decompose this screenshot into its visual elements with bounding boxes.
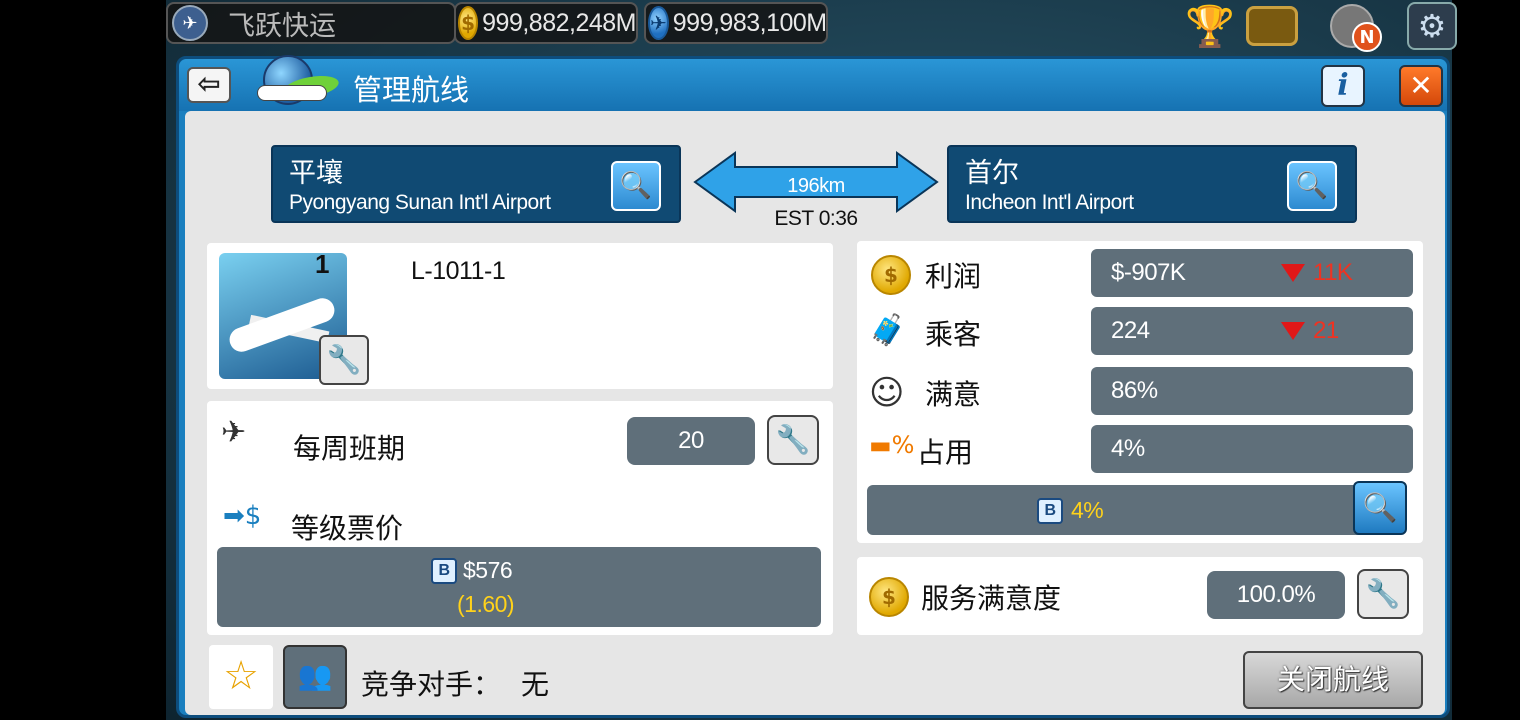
service-wrench-icon[interactable]: 🔧: [1357, 569, 1409, 619]
origin-airport-name: Pyongyang Sunan Int'l Airport: [289, 191, 551, 214]
smiley-icon: ☺: [869, 373, 905, 413]
cash-display[interactable]: $ 999,882,248M: [454, 2, 638, 44]
schedule-panel: ✈ 每周班期 20 🔧 ➡$ 等级票价 B $576 (1.60): [207, 401, 833, 635]
aircraft-panel: 1 🔧 L-1011-1: [207, 243, 833, 389]
satisfaction-value: 86%: [1111, 377, 1158, 404]
competitors-label: 竞争对手：: [361, 668, 502, 701]
decrease-arrow-icon: [1281, 322, 1305, 340]
passengers-value: 224: [1111, 317, 1150, 344]
favorite-star-icon[interactable]: ☆: [209, 645, 273, 709]
passengers-box: 224 21: [1091, 307, 1413, 355]
dialog-title: 管理航线: [353, 73, 470, 107]
fare-ratio: (1.60): [457, 591, 515, 617]
profit-row: $ 利润 $-907K 11K: [857, 249, 1423, 299]
fare-price: $576: [463, 557, 513, 583]
bux-value: 999,983,100M: [672, 8, 827, 37]
aircraft-model: L-1011-1: [411, 257, 506, 285]
cash-value: 999,882,248M: [482, 8, 636, 37]
ticket-price-icon: ➡$: [223, 501, 262, 531]
fare-box[interactable]: B $576 (1.60): [217, 547, 821, 627]
service-satisfaction-label: 服务满意度: [921, 582, 1062, 615]
destination-airport-panel: 首尔 Incheon Int'l Airport 🔍: [947, 145, 1357, 223]
origin-city: 平壤: [289, 158, 343, 189]
competitors-value: 无: [521, 668, 550, 701]
origin-airport-search-icon[interactable]: 🔍: [611, 161, 661, 211]
company-name: 飞跃快运: [228, 10, 336, 42]
profit-coin-icon: $: [871, 255, 911, 295]
analyze-magnifier-icon[interactable]: 🔍: [1353, 481, 1407, 535]
weekly-flights-value: 20: [627, 417, 755, 465]
passengers-label: 乘客: [925, 318, 982, 351]
service-panel: $ 服务满意度 100.0% 🔧: [857, 557, 1423, 635]
profit-delta: 11K: [1313, 259, 1353, 286]
satisfaction-label: 满意: [925, 378, 982, 411]
news-fan-icon[interactable]: N: [1326, 2, 1382, 52]
dialog-header: ⇦ 管理航线 i ✕: [179, 55, 1447, 111]
service-coin-icon: $: [869, 577, 909, 617]
profit-value: $-907K: [1111, 259, 1186, 286]
close-route-button[interactable]: 关闭航线: [1243, 651, 1423, 709]
service-satisfaction-value: 100.0%: [1207, 571, 1345, 619]
weekly-flights-wrench-icon[interactable]: 🔧: [767, 415, 819, 465]
dollar-coin-icon: $: [458, 6, 479, 40]
bux-display[interactable]: ✈ 999,983,100M: [644, 2, 828, 44]
decrease-arrow-icon: [1281, 264, 1305, 282]
trophy-icon[interactable]: 🏆: [1184, 2, 1236, 50]
destination-city: 首尔: [965, 158, 1019, 189]
profit-label: 利润: [925, 260, 982, 293]
airport-tower-icon: ✈: [221, 415, 247, 450]
company-name-pill[interactable]: ✈ 飞跃快运: [166, 2, 456, 44]
dialog-body: 平壤 Pyongyang Sunan Int'l Airport 🔍 196km…: [185, 111, 1445, 715]
weekly-flights-label: 每周班期: [293, 432, 406, 465]
occupancy-class-value: 4%: [1071, 497, 1104, 523]
satisfaction-row: ☺ 满意 86%: [857, 367, 1423, 417]
manage-route-dialog: ⇦ 管理航线 i ✕ 平壤 Pyongyang Sunan Int'l Airp…: [176, 55, 1450, 718]
occupancy-row: ▬% 占用 4%: [857, 425, 1423, 475]
info-icon[interactable]: i: [1321, 65, 1365, 107]
occupancy-value: 4%: [1111, 435, 1145, 462]
seat-percent-icon: ▬%: [869, 431, 915, 459]
passengers-delta: 21: [1313, 317, 1339, 344]
passenger-luggage-icon: 🧳: [869, 313, 907, 348]
origin-airport-panel: 平壤 Pyongyang Sunan Int'l Airport 🔍: [271, 145, 681, 223]
fare-class-badge: B: [431, 557, 457, 584]
occupancy-class-badge: B: [1037, 497, 1063, 524]
route-stats-panel: $ 利润 $-907K 11K 🧳 乘客 224 21 ☺ 满意 86% ▬% …: [857, 241, 1423, 543]
back-arrow-icon[interactable]: ⇦: [187, 67, 231, 103]
top-status-bar: ✈ 飞跃快运 $ 999,882,248M ✈ 999,983,100M 🏆 N…: [166, 0, 1457, 52]
occupancy-box: 4%: [1091, 425, 1413, 473]
passengers-row: 🧳 乘客 224 21: [857, 307, 1423, 357]
airline-plane-icon: ✈: [172, 5, 208, 41]
occupancy-label: 占用: [917, 436, 974, 469]
fare-label: 等级票价: [291, 512, 404, 545]
satisfaction-box: 86%: [1091, 367, 1413, 415]
close-icon[interactable]: ✕: [1399, 65, 1443, 107]
aircraft-wrench-icon[interactable]: 🔧: [319, 335, 369, 385]
class-occupancy-bar: B 4%: [867, 485, 1373, 535]
airbux-coin-icon: ✈: [648, 6, 669, 40]
aircraft-count: 1: [315, 249, 329, 279]
destination-airport-name: Incheon Int'l Airport: [965, 191, 1134, 214]
route-distance: 196km: [787, 175, 845, 197]
notification-badge: N: [1352, 22, 1382, 52]
destination-airport-search-icon[interactable]: 🔍: [1287, 161, 1337, 211]
tv-icon[interactable]: [1246, 2, 1298, 50]
profit-box: $-907K 11K: [1091, 249, 1413, 297]
competitors-group-icon[interactable]: 👥: [283, 645, 347, 709]
route-est-time: EST 0:36: [774, 207, 858, 230]
route-globe-logo-icon: [253, 55, 343, 115]
settings-gear-icon[interactable]: ⚙: [1406, 2, 1458, 50]
